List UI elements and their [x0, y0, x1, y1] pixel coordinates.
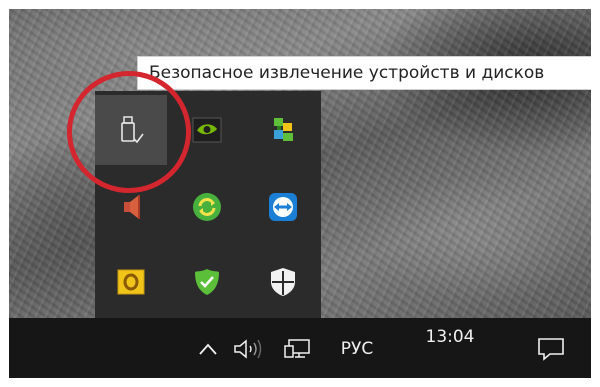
nvidia-icon: [192, 117, 222, 143]
tray-item-speaker-app[interactable]: [95, 172, 167, 242]
tooltip: Безопасное извлечение устройств и дисков: [137, 56, 591, 90]
tray-item-teamviewer[interactable]: [247, 172, 319, 242]
sync-app-icon: [193, 193, 221, 221]
outlook-icon: [117, 269, 145, 295]
clock-time: 13:04: [425, 327, 475, 347]
taskbar: РУС 13:04: [9, 318, 591, 378]
volume-icon: [234, 339, 262, 359]
chevron-up-icon: [199, 343, 217, 355]
windows-defender-icon: [271, 268, 295, 296]
language-indicator[interactable]: РУС: [331, 336, 383, 362]
show-hidden-icons-button[interactable]: [195, 336, 221, 362]
tray-item-nvidia[interactable]: [171, 95, 243, 165]
tooltip-text: Безопасное извлечение устройств и дисков: [149, 63, 545, 83]
tray-item-sync-app[interactable]: [171, 172, 243, 242]
tray-overflow-flyout: [95, 91, 321, 318]
tray-item-green-shield[interactable]: [171, 247, 243, 317]
network-button[interactable]: [281, 334, 315, 364]
green-shield-icon: [195, 269, 219, 295]
notifications-icon: [538, 338, 564, 361]
tray-item-network-app[interactable]: [247, 95, 319, 165]
teamviewer-icon: [269, 193, 297, 221]
action-center-button[interactable]: [531, 334, 571, 364]
tray-item-windows-defender[interactable]: [247, 247, 319, 317]
tray-item-outlook[interactable]: [95, 247, 167, 317]
network-app-icon: [274, 118, 293, 141]
desktop-screenshot: Безопасное извлечение устройств и дисков: [9, 9, 591, 378]
clock[interactable]: 13:04: [417, 322, 483, 352]
network-icon: [284, 339, 310, 358]
speaker-app-icon: [124, 195, 140, 219]
tray-item-safe-remove[interactable]: [95, 95, 167, 165]
usb-safe-remove-icon: [121, 116, 144, 144]
language-label: РУС: [340, 339, 374, 359]
volume-button[interactable]: [229, 334, 269, 364]
